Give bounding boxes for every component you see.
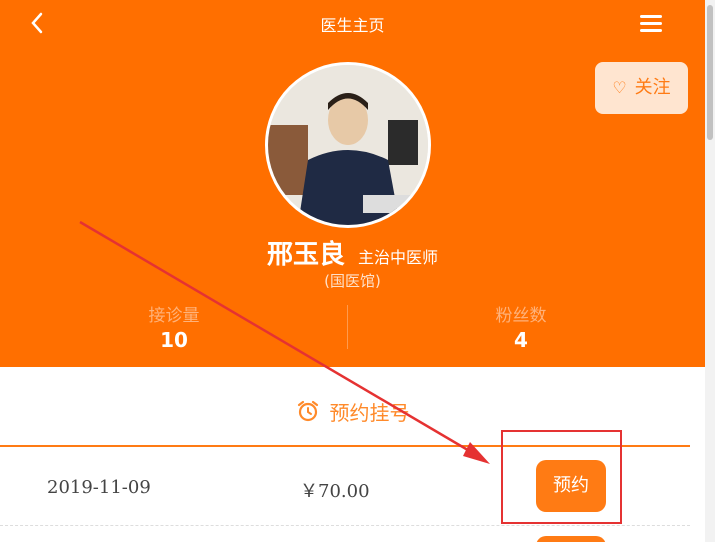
- alarm-clock-icon: [296, 399, 320, 428]
- stat-followers: 粉丝数 4: [421, 301, 621, 352]
- slot-date: 2019-11-09: [47, 477, 151, 498]
- follow-button[interactable]: ♡ 关注: [595, 62, 688, 114]
- annotation-highlight-box: [501, 430, 622, 524]
- slot-price: ￥70.00: [300, 481, 370, 502]
- stat-label: 接诊量: [148, 306, 200, 326]
- page-edge: [715, 0, 723, 542]
- booking-title-text: 预约挂号: [329, 401, 410, 425]
- next-book-button[interactable]: [536, 536, 606, 542]
- doctor-profile-header: ♡ 关注 邢玉良 主治中医师 (国医馆) 接诊量 10 粉丝数 4: [0, 46, 705, 367]
- booking-section-title: 预约挂号: [0, 397, 705, 428]
- follow-label: 关注: [634, 77, 671, 98]
- doctor-name: 邢玉良: [266, 240, 345, 270]
- doctor-avatar: [265, 62, 431, 228]
- doctor-rank: 主治中医师: [358, 248, 439, 267]
- page-title: 医生主页: [320, 16, 385, 35]
- heart-outline-icon: ♡: [612, 78, 627, 97]
- hamburger-menu-icon[interactable]: [640, 12, 662, 34]
- top-bar: 医生主页: [0, 0, 705, 46]
- stat-divider: [347, 305, 348, 349]
- stat-label: 粉丝数: [495, 306, 547, 326]
- scrollbar-thumb[interactable]: [707, 5, 713, 140]
- stat-consultations: 接诊量 10: [74, 301, 274, 352]
- stat-value: 10: [160, 328, 188, 352]
- doctor-name-row: 邢玉良 主治中医师: [0, 234, 705, 271]
- doctor-stats: 接诊量 10 粉丝数 4: [0, 301, 705, 361]
- row-divider: [0, 525, 690, 527]
- stat-value: 4: [514, 328, 528, 352]
- doctor-hospital: (国医馆): [324, 272, 381, 290]
- app-screen: 医生主页 ♡ 关注 邢玉良 主治中医师 (国医馆) 接诊量 10 粉丝数 4 预…: [0, 0, 705, 542]
